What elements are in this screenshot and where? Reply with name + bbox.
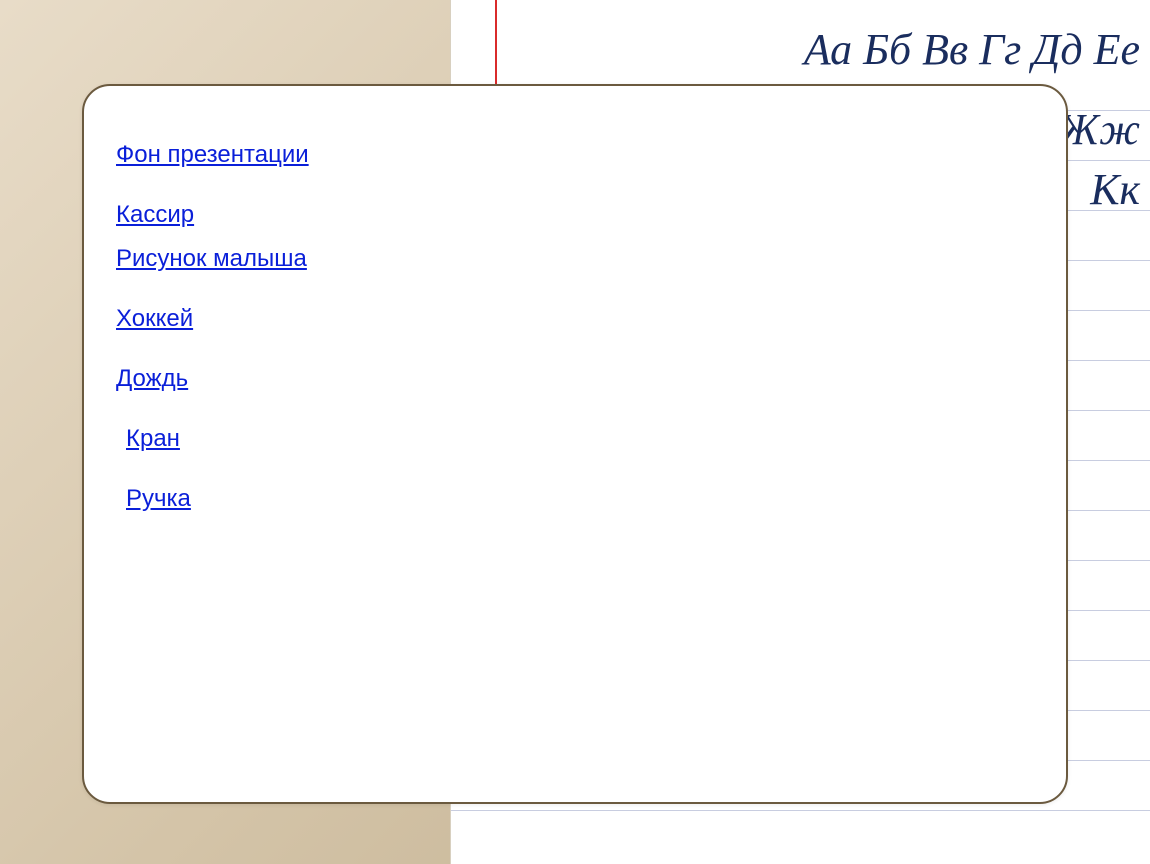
content-card: Фон презентации Кассир Рисунок малыша Хо…: [82, 84, 1068, 804]
link-rain[interactable]: Дождь: [116, 365, 188, 392]
link-pen[interactable]: Ручка: [126, 485, 191, 512]
link-crane[interactable]: Кран: [126, 425, 180, 452]
cursive-alphabet-row-1: Аа Бб Вв Гг Дд Ее: [804, 28, 1140, 72]
cursive-alphabet-row-2: Жж: [1059, 108, 1140, 152]
cursive-alphabet-row-3: Кк: [1090, 168, 1140, 212]
link-baby-drawing[interactable]: Рисунок малыша: [116, 245, 307, 272]
link-hockey[interactable]: Хоккей: [116, 305, 193, 332]
link-cashier[interactable]: Кассир: [116, 201, 194, 228]
link-presentation-background[interactable]: Фон презентации: [116, 141, 309, 168]
notebook-margin-line: [495, 0, 497, 90]
